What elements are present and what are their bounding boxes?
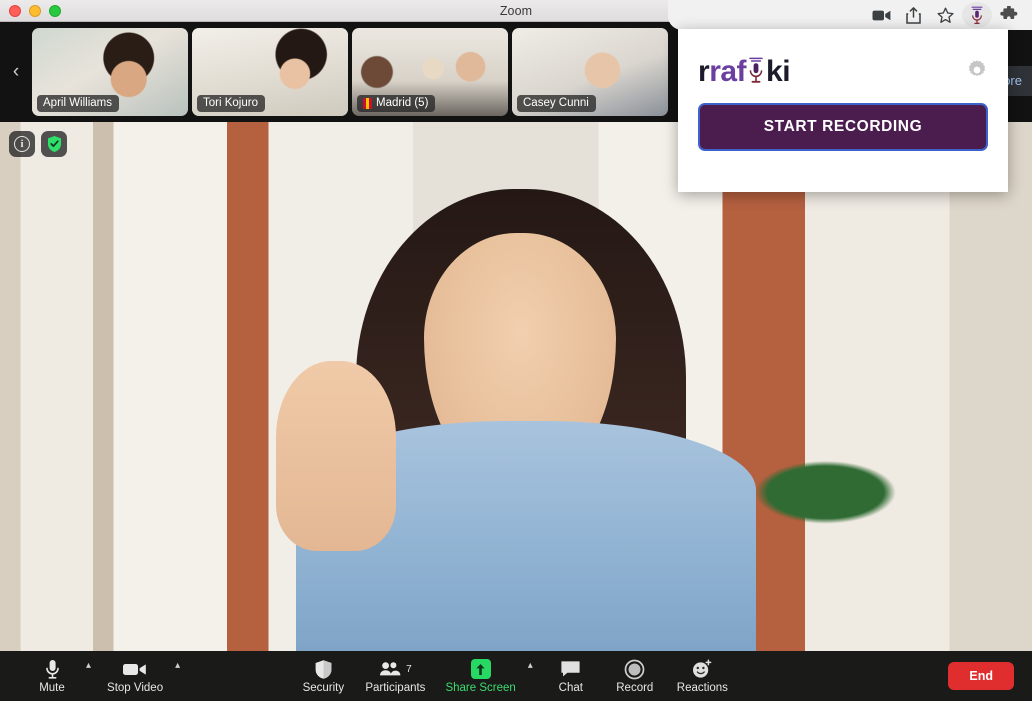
reactions-icon [691,658,713,680]
participant-name: Madrid (5) [376,97,429,109]
participants-icon: 7 [379,658,412,680]
screen: Zoom ‹ April Williams Tori Kojuro Madrid… [0,0,1032,701]
rafiki-extension-icon[interactable] [962,2,992,28]
mute-label: Mute [39,682,65,694]
stop-video-label: Stop Video [107,682,164,694]
security-button[interactable]: Security [291,658,355,694]
star-icon[interactable] [930,2,960,28]
info-icon: i [14,136,30,152]
security-label: Security [302,682,345,694]
video-control-group: Stop Video ▴ [97,658,186,694]
share-options-chevron-icon[interactable]: ▴ [522,660,539,671]
meeting-toolbar: Mute ▴ Stop Video ▴ Security 7 Participa… [0,651,1032,701]
share-icon[interactable] [898,2,928,28]
stop-video-button[interactable]: Stop Video [97,658,173,694]
record-label: Record [616,682,654,694]
filmstrip-prev-icon[interactable]: ‹ [0,22,32,122]
active-speaker-video [0,122,1032,651]
speaker-figure [236,181,796,651]
end-meeting-button[interactable]: End [948,662,1014,690]
mute-control-group: Mute ▴ [20,658,97,694]
browser-toolbar [668,0,1032,30]
microphone-icon [747,55,765,89]
participant-name: Tori Kojuro [203,97,258,109]
reactions-label: Reactions [676,682,728,694]
participant-name: April Williams [43,97,112,109]
video-options-chevron-icon[interactable]: ▴ [169,660,186,671]
main-video-stage: i [0,122,1032,651]
participant-thumbnail[interactable]: April Williams [32,28,188,116]
rafiki-extension-popup: r raf ki START RECORDING [678,29,1008,192]
gear-icon[interactable] [966,59,988,86]
rafiki-logo: r raf ki [698,55,791,89]
speaker-hand [276,361,396,551]
participant-name-badge: Casey Cunni [517,95,596,112]
video-camera-icon [122,658,148,680]
logo-text-left: r [698,55,710,88]
chat-icon [560,658,581,680]
share-screen-label: Share Screen [445,682,516,694]
start-recording-button[interactable]: START RECORDING [698,103,988,151]
participant-thumbnail[interactable]: Madrid (5) [352,28,508,116]
encryption-status-button[interactable] [41,131,67,157]
participant-thumbnail-active-speaker[interactable]: Tori Kojuro [192,28,348,116]
toolbar-left-group: Mute ▴ Stop Video ▴ [0,658,186,694]
thumbnail-list: April Williams Tori Kojuro Madrid (5) Ca… [32,28,668,116]
reactions-button[interactable]: Reactions [667,658,738,694]
toolbar-right-group: End [948,662,1032,690]
mute-button[interactable]: Mute [20,658,84,694]
record-icon [624,658,645,680]
meeting-info-button[interactable]: i [9,131,35,157]
video-camera-icon[interactable] [866,2,896,28]
participant-thumbnail[interactable]: Casey Cunni [512,28,668,116]
audio-options-chevron-icon[interactable]: ▴ [80,660,97,671]
shield-check-icon [46,135,63,153]
share-screen-button[interactable]: Share Screen [435,658,525,694]
participant-name-badge: April Williams [37,95,119,112]
spain-flag-icon [363,97,372,109]
chat-button[interactable]: Chat [539,658,603,694]
toolbar-center-group: Security 7 Participants Share Screen ▴ C… [291,658,738,694]
participant-name: Casey Cunni [523,97,589,109]
participants-button[interactable]: 7 Participants [355,658,435,694]
participants-count: 7 [406,663,412,675]
logo-text-accent: raf [709,55,747,88]
share-screen-square [470,659,491,679]
microphone-icon [45,658,60,680]
share-screen-group: Share Screen ▴ [435,658,538,694]
chat-label: Chat [558,682,583,694]
shield-icon [314,658,333,680]
popup-header: r raf ki [678,29,1008,89]
participant-name-badge: Tori Kojuro [197,95,265,112]
stage-badge-group: i [9,131,67,157]
logo-text-right: ki [766,55,791,88]
record-button[interactable]: Record [603,658,667,694]
popup-body: START RECORDING [678,89,1008,151]
share-screen-icon [470,658,491,680]
participant-name-badge: Madrid (5) [357,95,436,112]
participants-label: Participants [365,682,426,694]
extensions-puzzle-icon[interactable] [994,2,1024,28]
